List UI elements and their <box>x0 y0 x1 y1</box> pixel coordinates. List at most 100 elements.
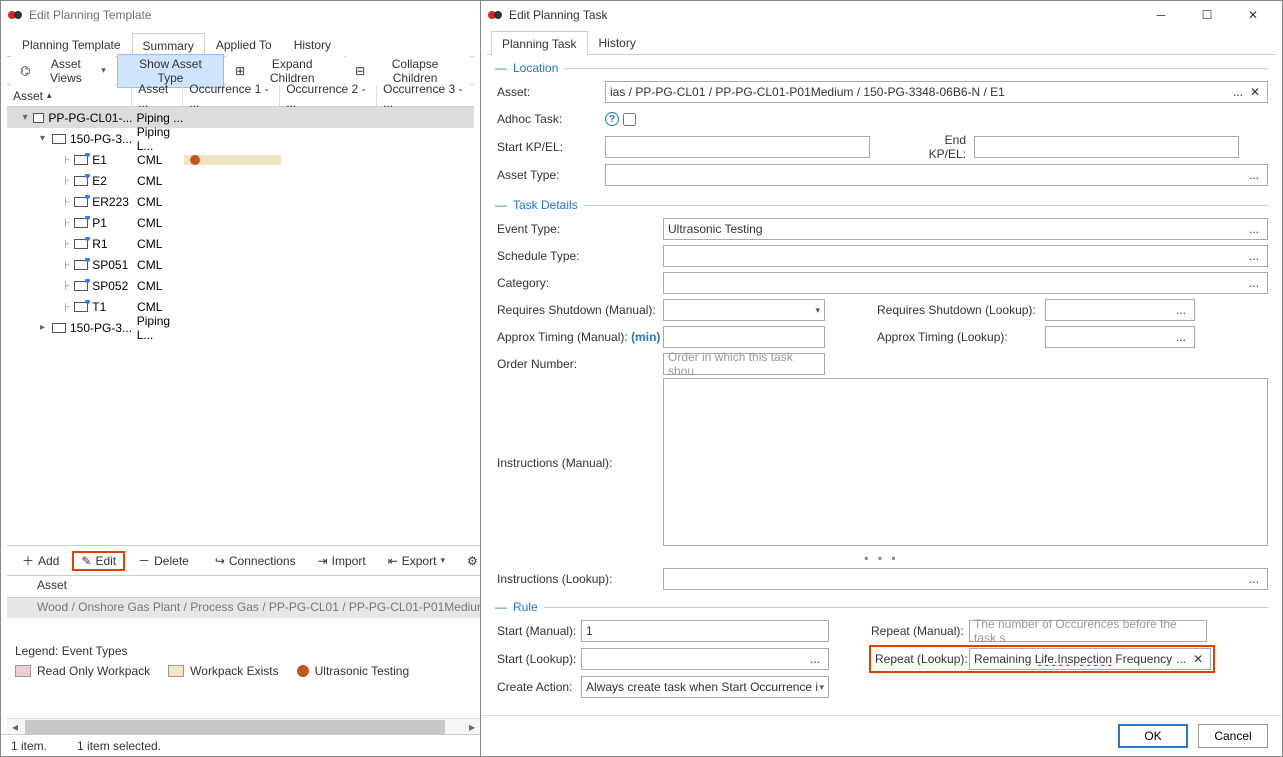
lower-row[interactable]: Wood / Onshore Gas Plant / Process Gas /… <box>7 598 480 618</box>
import-icon: ⇥ <box>318 554 328 568</box>
asset-icon <box>52 323 66 333</box>
req-shutdown-m-select[interactable]: ▾ <box>663 299 825 321</box>
label-start-l: Start (Lookup): <box>495 652 581 666</box>
expander-icon[interactable]: ▸ <box>37 322 48 333</box>
label-repeat-l: Repeat (Lookup): <box>873 652 969 666</box>
edit-button[interactable]: ✎Edit <box>72 551 125 571</box>
clear-icon[interactable]: ✕ <box>1190 652 1206 666</box>
approx-m-input[interactable] <box>663 326 825 348</box>
start-kp-input[interactable] <box>605 136 870 158</box>
repeat-m-input[interactable]: The number of Occurences before the task… <box>969 620 1207 642</box>
col-asset[interactable]: Asset ▴ <box>7 85 132 106</box>
tree-row[interactable]: ⊦E2CML <box>7 170 474 191</box>
label-event-type: Event Type: <box>495 222 663 236</box>
tree-label: R1 <box>92 237 107 251</box>
delete-button[interactable]: －Delete <box>129 549 198 572</box>
req-shutdown-l-input[interactable]: ... <box>1045 299 1195 321</box>
lower-col-asset[interactable]: Asset <box>7 576 480 598</box>
browse-icon[interactable]: ... <box>1229 85 1247 99</box>
browse-icon[interactable]: ... <box>1245 249 1263 263</box>
adhoc-checkbox[interactable] <box>623 113 636 126</box>
label-approx-m: Approx Timing (Manual): (min) <box>495 330 663 344</box>
start-m-input[interactable]: 1 <box>581 620 829 642</box>
browse-icon[interactable]: ... <box>1245 572 1263 586</box>
scrollbar-horizontal[interactable]: ◂▸ <box>7 718 480 734</box>
help-icon[interactable]: ? <box>605 112 619 126</box>
expander-icon[interactable]: ▾ <box>21 112 29 123</box>
tree-type: Piping ... <box>132 111 183 125</box>
tree-row[interactable]: ▾150-PG-3...Piping L... <box>7 128 474 149</box>
instructions-l-input[interactable]: ... <box>663 568 1268 590</box>
tree-type: CML <box>133 300 184 314</box>
browse-icon[interactable]: ... <box>1172 330 1190 344</box>
maximize-button[interactable]: ☐ <box>1184 1 1230 29</box>
import-button[interactable]: ⇥Import <box>309 551 375 571</box>
tree-label: 150-PG-3... <box>70 132 132 146</box>
tree-row[interactable]: ⊦P1CML <box>7 212 474 233</box>
browse-icon[interactable]: ... <box>1245 222 1263 236</box>
asset-type-input[interactable]: ... <box>605 164 1268 186</box>
category-input[interactable]: ... <box>663 272 1268 294</box>
schedule-type-input[interactable]: ... <box>663 245 1268 267</box>
tree-type: CML <box>133 279 184 293</box>
order-number-input[interactable]: Order in which this task shou <box>663 353 825 375</box>
export-button[interactable]: ⇤Export▾ <box>379 551 454 571</box>
tab-planning-task[interactable]: Planning Task <box>491 31 588 55</box>
event-type-input[interactable]: Ultrasonic Testing... <box>663 218 1268 240</box>
asset-input[interactable]: ias / PP-PG-CL01 / PP-PG-CL01-P01Medium … <box>605 81 1268 103</box>
plus-icon: ＋ <box>22 552 34 569</box>
clear-icon[interactable]: ✕ <box>1247 85 1263 99</box>
tree-row[interactable]: ⊦E1CML <box>7 149 474 170</box>
add-button[interactable]: ＋Add <box>13 549 68 572</box>
tree-row[interactable]: ⊦R1CML <box>7 233 474 254</box>
connections-button[interactable]: ↪Connections <box>206 551 305 571</box>
col-occ1[interactable]: Occurrence 1 - ... <box>183 85 280 106</box>
tab-history-front[interactable]: History <box>588 31 647 54</box>
node-icon <box>74 281 88 291</box>
minimize-button[interactable]: ─ <box>1138 1 1184 29</box>
label-order-number: Order Number: <box>495 357 663 371</box>
cancel-button[interactable]: Cancel <box>1198 724 1268 748</box>
node-icon <box>74 176 88 186</box>
col-asset-type[interactable]: Asset ... <box>132 85 183 106</box>
tree-row[interactable]: ⊦SP052CML <box>7 275 474 296</box>
asset-views-button[interactable]: ⌬ Asset Views ▾ <box>11 54 115 88</box>
tree-row[interactable]: ▾PP-PG-CL01-...Piping ... <box>7 107 474 128</box>
expand-icon: ⊞ <box>235 64 245 78</box>
occurrence-cell[interactable] <box>184 155 281 165</box>
instructions-m-textarea[interactable] <box>663 378 1268 546</box>
tree-row[interactable]: ▸150-PG-3...Piping L... <box>7 317 474 338</box>
create-action-select[interactable]: Always create task when Start Occurrence… <box>581 676 829 698</box>
browse-icon[interactable]: ... <box>806 652 824 666</box>
tree-row[interactable]: ⊦SP051CML <box>7 254 474 275</box>
close-button[interactable]: ✕ <box>1230 1 1276 29</box>
label-start-m: Start (Manual): <box>495 624 581 638</box>
col-occ3[interactable]: Occurrence 3 - ... <box>377 85 474 106</box>
tree-row[interactable]: ⊦T1CML <box>7 296 474 317</box>
tree-label: ER223 <box>92 195 129 209</box>
tree-type: Piping L... <box>133 125 184 153</box>
approx-l-input[interactable]: ... <box>1045 326 1195 348</box>
col-occ2[interactable]: Occurrence 2 - ... <box>280 85 377 106</box>
label-category: Category: <box>495 276 663 290</box>
tree-row[interactable]: ⊦ER223CML <box>7 191 474 212</box>
repeat-l-input[interactable]: Remaining Life.Inspection Frequency ... … <box>969 648 1211 670</box>
node-icon <box>74 260 88 270</box>
node-icon <box>74 218 88 228</box>
browse-icon[interactable]: ... <box>1172 303 1190 317</box>
tree-type: Piping L... <box>133 314 184 342</box>
start-l-input[interactable]: ... <box>581 648 829 670</box>
label-end-kp: End KP/EL: <box>904 133 974 161</box>
minus-icon: － <box>138 552 150 569</box>
pencil-icon: ✎ <box>81 554 91 568</box>
resize-handle[interactable]: ▪ ▪ ▪ <box>495 551 1268 565</box>
browse-icon[interactable]: ... <box>1245 276 1263 290</box>
expander-icon[interactable]: ▾ <box>37 133 48 144</box>
end-kp-input[interactable] <box>974 136 1239 158</box>
browse-icon[interactable]: ... <box>1245 168 1263 182</box>
tree-label: 150-PG-3... <box>70 321 132 335</box>
browse-icon[interactable]: ... <box>1172 652 1190 666</box>
ok-button[interactable]: OK <box>1118 724 1188 748</box>
chevron-down-icon: ▾ <box>815 305 820 316</box>
node-icon <box>74 239 88 249</box>
